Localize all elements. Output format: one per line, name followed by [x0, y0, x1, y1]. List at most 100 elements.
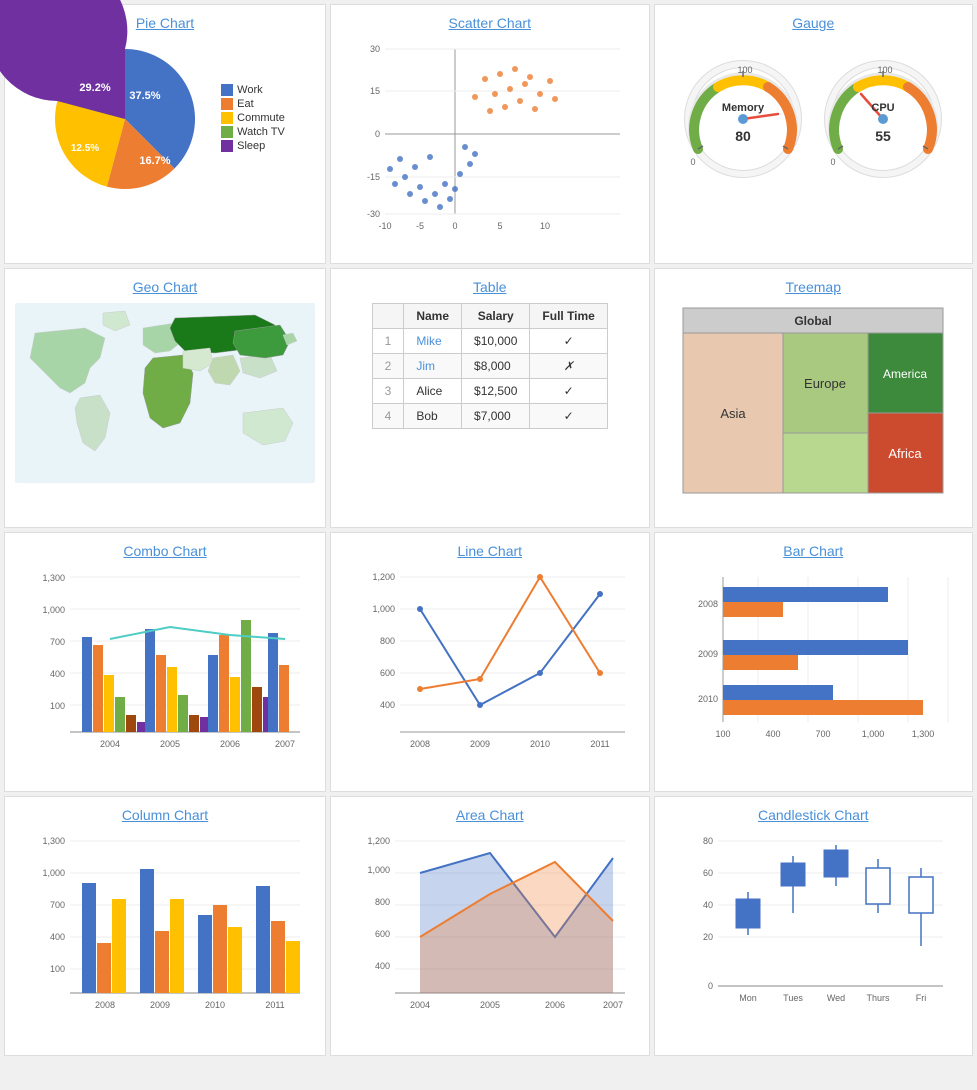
gauges-container: Memory 0 100 80 CPU 0 — [683, 59, 943, 179]
svg-text:1,200: 1,200 — [372, 572, 395, 582]
svg-text:80: 80 — [703, 836, 713, 846]
pie-legend: Work Eat Commute Watch TV Sleep — [221, 84, 285, 154]
svg-text:Thurs: Thurs — [867, 993, 891, 1003]
svg-text:400: 400 — [380, 700, 395, 710]
table-row: 2 Jim $8,000 ✗ — [372, 354, 607, 379]
svg-text:60: 60 — [703, 868, 713, 878]
svg-text:-5: -5 — [416, 221, 424, 231]
svg-text:55: 55 — [875, 128, 891, 144]
svg-text:29.2%: 29.2% — [80, 82, 111, 94]
table-chart-cell: Table Name Salary Full Time 1 Mike $10,0… — [330, 268, 650, 528]
svg-text:2010: 2010 — [205, 1000, 225, 1010]
svg-text:Asia: Asia — [721, 406, 747, 421]
col-header-num — [372, 304, 404, 329]
col-header-name: Name — [404, 304, 462, 329]
svg-text:600: 600 — [375, 929, 390, 939]
bar-chart-title[interactable]: Bar Chart — [783, 543, 843, 559]
area-chart-cell: Area Chart 1,200 1,000 800 600 400 2004 … — [330, 796, 650, 1056]
svg-text:16.7%: 16.7% — [140, 155, 171, 167]
scatter-chart-cell: Scatter Chart 30 15 0 -15 -30 -10 -5 0 5… — [330, 4, 650, 264]
svg-text:700: 700 — [50, 900, 65, 910]
combo-chart-cell: Combo Chart 1,300 1,000 700 400 100 2004… — [4, 532, 326, 792]
svg-text:Tues: Tues — [783, 993, 803, 1003]
geo-chart-title[interactable]: Geo Chart — [133, 279, 198, 295]
svg-text:1,200: 1,200 — [367, 836, 390, 846]
svg-text:400: 400 — [50, 932, 65, 942]
svg-text:Mon: Mon — [739, 993, 757, 1003]
table-row: 1 Mike $10,000 ✓ — [372, 329, 607, 354]
svg-text:0: 0 — [831, 157, 836, 167]
svg-text:Wed: Wed — [827, 993, 845, 1003]
svg-text:1,000: 1,000 — [42, 868, 65, 878]
svg-text:Memory: Memory — [722, 102, 765, 114]
col-header-salary: Salary — [462, 304, 530, 329]
svg-text:Europe: Europe — [804, 376, 846, 391]
bar-chart-cell: Bar Chart 100 400 700 1,000 1,300 2008 2… — [654, 532, 974, 792]
candlestick-chart-title[interactable]: Candlestick Chart — [758, 807, 869, 823]
svg-text:2009: 2009 — [470, 739, 490, 749]
svg-text:1,000: 1,000 — [372, 604, 395, 614]
candlestick-svg: 80 60 40 20 0 — [668, 831, 958, 1041]
svg-text:-30: -30 — [367, 209, 380, 219]
svg-text:-15: -15 — [367, 172, 380, 182]
table-row: 3 Alice $12,500 ✓ — [372, 379, 607, 404]
scatter-chart-svg: 30 15 0 -15 -30 -10 -5 0 5 10 — [355, 39, 625, 249]
svg-text:2007: 2007 — [275, 739, 295, 749]
svg-text:700: 700 — [816, 729, 831, 739]
svg-text:1,300: 1,300 — [42, 573, 65, 583]
svg-text:2010: 2010 — [698, 694, 718, 704]
svg-text:0: 0 — [691, 157, 696, 167]
svg-text:100: 100 — [738, 65, 753, 75]
svg-text:2004: 2004 — [410, 1000, 430, 1010]
svg-text:5: 5 — [497, 221, 502, 231]
svg-text:2011: 2011 — [265, 1000, 284, 1010]
data-table: Name Salary Full Time 1 Mike $10,000 ✓ 2… — [372, 303, 608, 429]
svg-text:1,000: 1,000 — [862, 729, 885, 739]
svg-text:700: 700 — [50, 637, 65, 647]
svg-text:0: 0 — [708, 981, 713, 991]
svg-text:Fri: Fri — [916, 993, 927, 1003]
treemap-chart-title[interactable]: Treemap — [785, 279, 841, 295]
svg-text:-10: -10 — [378, 221, 391, 231]
combo-chart-title[interactable]: Combo Chart — [123, 543, 206, 559]
svg-text:40: 40 — [703, 900, 713, 910]
svg-text:600: 600 — [380, 668, 395, 678]
line-chart-cell: Line Chart 1,200 1,000 800 600 400 2008 … — [330, 532, 650, 792]
svg-text:12.5%: 12.5% — [71, 143, 99, 154]
svg-text:2007: 2007 — [603, 1000, 623, 1010]
svg-text:2011: 2011 — [590, 739, 609, 749]
svg-text:1,000: 1,000 — [367, 865, 390, 875]
line-chart-title[interactable]: Line Chart — [457, 543, 522, 559]
svg-text:100: 100 — [878, 65, 893, 75]
gauge-chart-title[interactable]: Gauge — [792, 15, 834, 31]
svg-text:America: America — [883, 367, 927, 381]
gauge-chart-cell: Gauge — [654, 4, 974, 264]
scatter-chart-title[interactable]: Scatter Chart — [449, 15, 531, 31]
svg-text:2010: 2010 — [530, 739, 550, 749]
pie-chart-title[interactable]: Pie Chart — [136, 15, 194, 31]
column-chart-title[interactable]: Column Chart — [122, 807, 208, 823]
svg-text:2008: 2008 — [95, 1000, 115, 1010]
svg-text:400: 400 — [766, 729, 781, 739]
combo-chart-svg: 1,300 1,000 700 400 100 2004 2005 2006 2… — [20, 567, 310, 767]
area-chart-title[interactable]: Area Chart — [456, 807, 524, 823]
svg-text:1,300: 1,300 — [42, 836, 65, 846]
svg-text:80: 80 — [735, 128, 751, 144]
geo-chart-cell: Geo Chart — [4, 268, 326, 528]
svg-text:CPU: CPU — [872, 102, 895, 114]
memory-gauge: Memory 0 100 80 — [683, 59, 803, 179]
table-chart-title[interactable]: Table — [473, 279, 506, 295]
svg-text:30: 30 — [370, 44, 380, 54]
svg-text:2008: 2008 — [698, 599, 718, 609]
geo-chart-svg — [15, 303, 315, 483]
svg-text:Global: Global — [795, 314, 832, 328]
column-chart-svg: 1,300 1,000 700 400 100 2008 2009 2010 2… — [20, 831, 310, 1031]
svg-text:15: 15 — [370, 86, 380, 96]
col-header-fulltime: Full Time — [530, 304, 607, 329]
treemap-svg: Global Asia Europe America Africa — [678, 303, 948, 498]
svg-text:2009: 2009 — [150, 1000, 170, 1010]
svg-text:2006: 2006 — [545, 1000, 565, 1010]
pie-chart-content: 37.5% 16.7% 12.5% 29.2% Work Eat Commute… — [45, 39, 285, 199]
svg-text:400: 400 — [50, 669, 65, 679]
cpu-gauge: CPU 0 100 55 — [823, 59, 943, 179]
